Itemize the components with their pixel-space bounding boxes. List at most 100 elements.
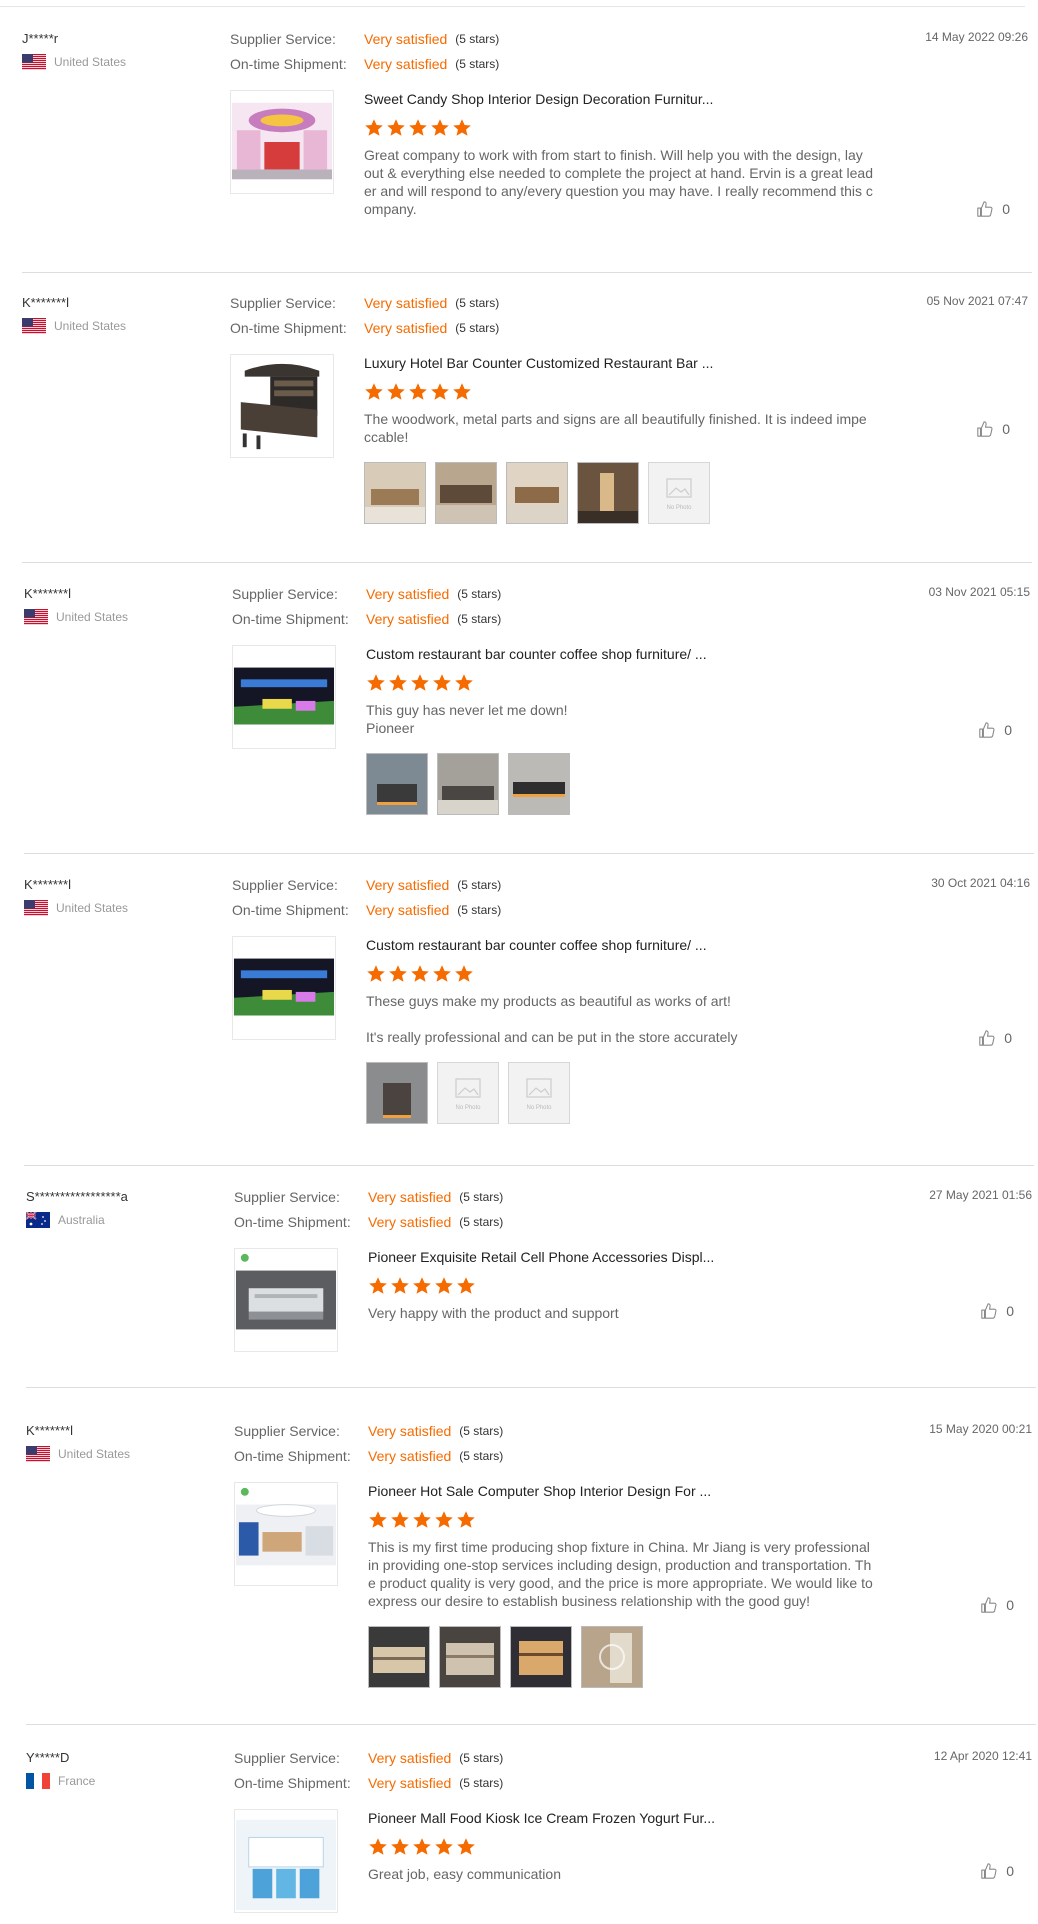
- star-icon: [433, 965, 451, 982]
- reviewer-name: K*******l: [24, 586, 71, 601]
- product-rating: [366, 964, 886, 984]
- us-flag-icon: [22, 54, 46, 70]
- like-button[interactable]: 0: [976, 420, 1010, 438]
- product-rating: [368, 1837, 888, 1857]
- country-name: United States: [54, 319, 127, 333]
- product-thumbnail[interactable]: [232, 936, 336, 1040]
- candy-shop-image: [231, 91, 333, 193]
- supplier-service-stars: (5 stars): [457, 878, 502, 892]
- reviewer-country: United States: [24, 900, 224, 916]
- on-time-shipment-value: Very satisfied: [366, 611, 450, 627]
- review-photo[interactable]: [439, 1626, 501, 1688]
- thumbs-up-icon: [981, 1303, 997, 1319]
- reviewer-info: K*******l United States: [22, 294, 222, 334]
- like-button[interactable]: 0: [976, 200, 1010, 218]
- like-count: 0: [1006, 1597, 1014, 1613]
- star-icon: [435, 1511, 453, 1528]
- review-photo[interactable]: [366, 753, 428, 815]
- review-photo[interactable]: [368, 1626, 430, 1688]
- review-photo[interactable]: [581, 1626, 643, 1688]
- review-photo[interactable]: [435, 462, 497, 524]
- no-photo-icon: No Photo: [455, 1078, 481, 1111]
- no-photo-placeholder: No Photo: [508, 1062, 570, 1124]
- supplier-service-stars: (5 stars): [457, 587, 502, 601]
- on-time-shipment-label: On-time Shipment:: [230, 56, 347, 72]
- product-title-link[interactable]: Sweet Candy Shop Interior Design Decorat…: [364, 90, 884, 108]
- supplier-service-value: Very satisfied: [366, 877, 450, 893]
- review-photo[interactable]: [364, 462, 426, 524]
- computer-shop-image: [235, 1483, 337, 1585]
- product-rating: [368, 1510, 888, 1530]
- review-comment: Very happy with the product and support: [368, 1305, 619, 1321]
- on-time-shipment-value: Very satisfied: [368, 1775, 452, 1791]
- star-icon: [387, 383, 405, 400]
- reviewer-name: K*******l: [22, 295, 69, 310]
- review-photo[interactable]: [506, 462, 568, 524]
- star-icon: [387, 119, 405, 136]
- review-divider: [26, 1724, 1036, 1725]
- like-button[interactable]: 0: [978, 721, 1012, 739]
- review-photos: No Photo No Photo: [366, 1062, 886, 1124]
- star-icon: [413, 1511, 431, 1528]
- product-thumbnail[interactable]: [234, 1248, 338, 1352]
- star-icon: [457, 1277, 475, 1294]
- product-title-link[interactable]: Pioneer Mall Food Kiosk Ice Cream Frozen…: [368, 1809, 888, 1827]
- star-icon: [455, 674, 473, 691]
- review-photo[interactable]: [437, 753, 499, 815]
- product-thumbnail[interactable]: [232, 645, 336, 749]
- review-photo[interactable]: [366, 1062, 428, 1124]
- no-photo-label: No Photo: [455, 1105, 481, 1111]
- on-time-shipment-label: On-time Shipment:: [232, 902, 349, 918]
- product-title-link[interactable]: Pioneer Hot Sale Computer Shop Interior …: [368, 1482, 888, 1500]
- supplier-service-label: Supplier Service:: [234, 1189, 340, 1205]
- product-title-link[interactable]: Custom restaurant bar counter coffee sho…: [366, 936, 886, 954]
- on-time-shipment-rating: On-time Shipment: Very satisfied (5 star…: [234, 1213, 503, 1231]
- star-icon: [391, 1838, 409, 1855]
- product-thumbnail[interactable]: [234, 1482, 338, 1586]
- like-button[interactable]: 0: [978, 1029, 1012, 1047]
- review-photo[interactable]: [508, 753, 570, 815]
- food-kiosk-image: [235, 1810, 337, 1912]
- on-time-shipment-label: On-time Shipment:: [234, 1775, 351, 1791]
- product-rating: [368, 1276, 888, 1296]
- like-count: 0: [1006, 1303, 1014, 1319]
- review-content: Luxury Hotel Bar Counter Customized Rest…: [364, 354, 884, 524]
- no-photo-icon: No Photo: [526, 1078, 552, 1111]
- like-button[interactable]: 0: [980, 1862, 1014, 1880]
- on-time-shipment-rating: On-time Shipment: Very satisfied (5 star…: [232, 610, 501, 628]
- review-photo[interactable]: [577, 462, 639, 524]
- product-title-link[interactable]: Luxury Hotel Bar Counter Customized Rest…: [364, 354, 884, 372]
- product-rating: [364, 382, 884, 402]
- star-icon: [453, 383, 471, 400]
- product-title-link[interactable]: Pioneer Exquisite Retail Cell Phone Acce…: [368, 1248, 888, 1266]
- product-thumbnail[interactable]: [230, 90, 334, 194]
- like-button[interactable]: 0: [980, 1596, 1014, 1614]
- on-time-shipment-label: On-time Shipment:: [234, 1214, 351, 1230]
- like-button[interactable]: 0: [980, 1302, 1014, 1320]
- product-title-link[interactable]: Custom restaurant bar counter coffee sho…: [366, 645, 886, 663]
- review-item: K*******l United States Supplier Service…: [24, 876, 1034, 1166]
- review-comment: The woodwork, metal parts and signs are …: [364, 411, 867, 445]
- review-photo[interactable]: [510, 1626, 572, 1688]
- review-item: Y*****D France Supplier Service: Very sa…: [26, 1749, 1036, 1919]
- reviewer-country: United States: [26, 1446, 226, 1462]
- star-icon: [369, 1838, 387, 1855]
- star-icon: [369, 1277, 387, 1294]
- review-date: 12 Apr 2020 12:41: [933, 1749, 1032, 1763]
- supplier-service-rating: Supplier Service: Very satisfied (5 star…: [234, 1422, 503, 1440]
- no-photo-label: No Photo: [526, 1105, 552, 1111]
- star-icon: [389, 965, 407, 982]
- supplier-service-rating: Supplier Service: Very satisfied (5 star…: [230, 294, 499, 312]
- product-thumbnail[interactable]: [234, 1809, 338, 1913]
- on-time-shipment-stars: (5 stars): [455, 57, 500, 71]
- star-icon: [457, 1838, 475, 1855]
- bar-counter-image: [231, 355, 333, 457]
- no-photo-placeholder: No Photo: [437, 1062, 499, 1124]
- reviewer-name: K*******l: [26, 1423, 73, 1438]
- country-name: Australia: [58, 1213, 105, 1227]
- star-icon: [413, 1838, 431, 1855]
- supplier-service-value: Very satisfied: [368, 1189, 452, 1205]
- product-thumbnail[interactable]: [230, 354, 334, 458]
- supplier-service-label: Supplier Service:: [234, 1750, 340, 1766]
- review-content: Pioneer Mall Food Kiosk Ice Cream Frozen…: [368, 1809, 888, 1883]
